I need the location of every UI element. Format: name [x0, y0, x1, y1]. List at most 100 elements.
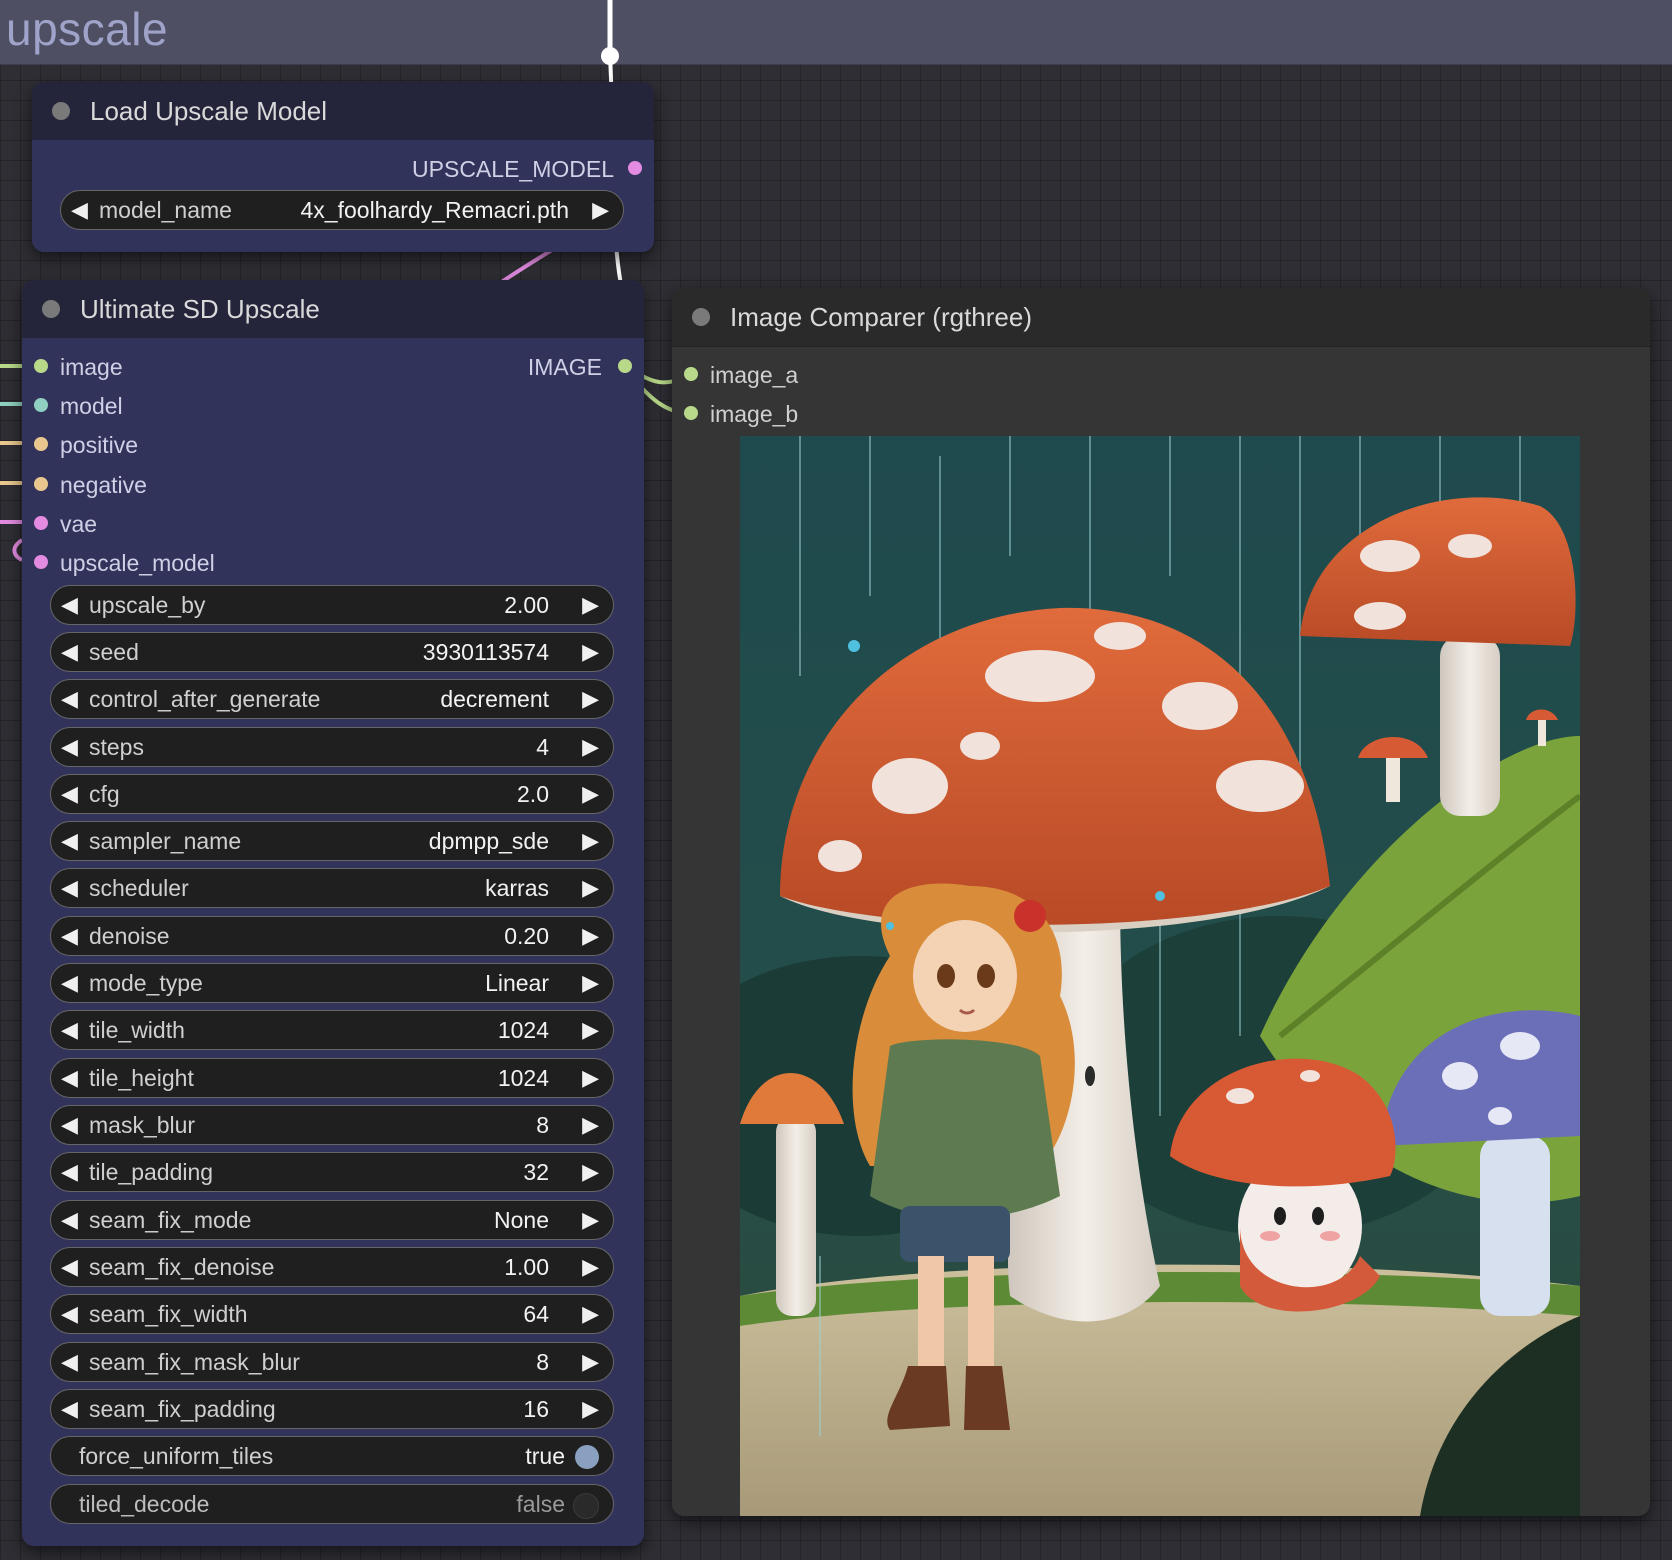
image-comparer-title-bar[interactable]: Image Comparer (rgthree)	[672, 288, 1650, 347]
input-positive-dot[interactable]	[34, 437, 48, 451]
increment-arrow-icon[interactable]: ▶	[582, 1255, 599, 1279]
widget-value: decrement	[440, 686, 549, 712]
widget-label: tile_padding	[89, 1159, 214, 1185]
image-comparer-node[interactable]: Image Comparer (rgthree) image_a image_b	[672, 288, 1650, 1516]
node-collapse-dot[interactable]	[42, 300, 60, 318]
tiled-decode-toggle[interactable]: tiled_decode false	[50, 1484, 614, 1524]
decrement-arrow-icon[interactable]: ◀	[61, 971, 78, 995]
increment-arrow-icon[interactable]: ▶	[582, 876, 599, 900]
increment-arrow-icon[interactable]: ▶	[582, 1350, 599, 1374]
increment-arrow-icon[interactable]: ▶	[582, 735, 599, 759]
increment-arrow-icon[interactable]: ▶	[582, 782, 599, 806]
seam-fix-padding-widget[interactable]: ◀ seam_fix_padding 16 ▶	[50, 1389, 614, 1429]
input-image-a-dot[interactable]	[684, 367, 698, 381]
output-upscale-model-label: UPSCALE_MODEL	[412, 156, 614, 182]
widget-value: 2.0	[517, 781, 549, 807]
input-model-dot[interactable]	[34, 398, 48, 412]
output-upscale-model-dot[interactable]	[628, 161, 642, 175]
creature-blush	[1260, 1231, 1280, 1241]
increment-arrow-icon[interactable]: ▶	[582, 1208, 599, 1232]
mode-type-widget[interactable]: ◀ mode_type Linear ▶	[50, 963, 614, 1003]
decrement-arrow-icon[interactable]: ◀	[71, 198, 88, 222]
input-negative-dot[interactable]	[34, 477, 48, 491]
scheduler-widget[interactable]: ◀ scheduler karras ▶	[50, 868, 614, 908]
increment-arrow-icon[interactable]: ▶	[582, 687, 599, 711]
left-mushroom-stem	[776, 1116, 816, 1316]
increment-arrow-icon[interactable]: ▶	[592, 198, 609, 222]
decrement-arrow-icon[interactable]: ◀	[61, 1018, 78, 1042]
decrement-arrow-icon[interactable]: ◀	[61, 876, 78, 900]
ultimate-sd-upscale-node[interactable]: Ultimate SD Upscale IMAGE image model po…	[22, 280, 644, 1546]
decrement-arrow-icon[interactable]: ◀	[61, 1302, 78, 1326]
widget-label: seed	[89, 639, 139, 665]
decrement-arrow-icon[interactable]: ◀	[61, 1160, 78, 1184]
model-name-combo[interactable]: ◀ model_name 4x_foolhardy_Remacri.pth ▶	[60, 190, 624, 230]
increment-arrow-icon[interactable]: ▶	[582, 640, 599, 664]
increment-arrow-icon[interactable]: ▶	[582, 1302, 599, 1326]
node-collapse-dot[interactable]	[52, 102, 70, 120]
decrement-arrow-icon[interactable]: ◀	[61, 1066, 78, 1090]
comparison-image[interactable]	[740, 436, 1580, 1516]
increment-arrow-icon[interactable]: ▶	[582, 593, 599, 617]
node-title: Image Comparer (rgthree)	[730, 302, 1032, 332]
widget-value: dpmpp_sde	[428, 828, 549, 854]
steps-widget[interactable]: ◀ steps 4 ▶	[50, 727, 614, 767]
force-uniform-tiles-toggle[interactable]: force_uniform_tiles true	[50, 1436, 614, 1476]
widget-value: 3930113574	[422, 639, 549, 665]
seam-fix-mode-widget[interactable]: ◀ seam_fix_mode None ▶	[50, 1200, 614, 1240]
control-after-generate-widget[interactable]: ◀ control_after_generate decrement ▶	[50, 679, 614, 719]
back-mushroom-stem	[1440, 636, 1500, 816]
input-image-b-dot[interactable]	[684, 406, 698, 420]
upscale-by-widget[interactable]: ◀ upscale_by 2.00 ▶	[50, 585, 614, 625]
sampler-name-widget[interactable]: ◀ sampler_name dpmpp_sde ▶	[50, 821, 614, 861]
cap-spot	[1448, 534, 1492, 558]
ultimate-sd-upscale-title-bar[interactable]: Ultimate SD Upscale	[22, 280, 644, 338]
decrement-arrow-icon[interactable]: ◀	[61, 829, 78, 853]
input-image-dot[interactable]	[34, 359, 48, 373]
tile-height-widget[interactable]: ◀ tile_height 1024 ▶	[50, 1058, 614, 1098]
seam-fix-mask-blur-widget[interactable]: ◀ seam_fix_mask_blur 8 ▶	[50, 1342, 614, 1382]
toggle-on-icon[interactable]	[575, 1445, 599, 1469]
increment-arrow-icon[interactable]: ▶	[582, 829, 599, 853]
node-collapse-dot[interactable]	[692, 308, 710, 326]
decrement-arrow-icon[interactable]: ◀	[61, 1255, 78, 1279]
decrement-arrow-icon[interactable]: ◀	[61, 1208, 78, 1232]
increment-arrow-icon[interactable]: ▶	[582, 1160, 599, 1184]
cap-spot	[1094, 622, 1146, 650]
decrement-arrow-icon[interactable]: ◀	[61, 687, 78, 711]
output-image-dot[interactable]	[618, 359, 632, 373]
decrement-arrow-icon[interactable]: ◀	[61, 1397, 78, 1421]
denoise-widget[interactable]: ◀ denoise 0.20 ▶	[50, 916, 614, 956]
toggle-off-icon[interactable]	[573, 1493, 599, 1519]
cfg-widget[interactable]: ◀ cfg 2.0 ▶	[50, 774, 614, 814]
girl-boot	[964, 1366, 1010, 1430]
widget-label: mask_blur	[89, 1112, 196, 1138]
decrement-arrow-icon[interactable]: ◀	[61, 735, 78, 759]
decrement-arrow-icon[interactable]: ◀	[61, 782, 78, 806]
decrement-arrow-icon[interactable]: ◀	[61, 924, 78, 948]
decrement-arrow-icon[interactable]: ◀	[61, 1113, 78, 1137]
decrement-arrow-icon[interactable]: ◀	[61, 1350, 78, 1374]
widget-value: 1.00	[504, 1254, 549, 1280]
increment-arrow-icon[interactable]: ▶	[582, 1018, 599, 1042]
cap-spot	[1216, 760, 1304, 812]
widget-label: control_after_generate	[89, 686, 321, 712]
tile-padding-widget[interactable]: ◀ tile_padding 32 ▶	[50, 1152, 614, 1192]
input-vae-dot[interactable]	[34, 516, 48, 530]
input-upscale-model-dot[interactable]	[34, 555, 48, 569]
decrement-arrow-icon[interactable]: ◀	[61, 640, 78, 664]
seam-fix-width-widget[interactable]: ◀ seam_fix_width 64 ▶	[50, 1294, 614, 1334]
mask-blur-widget[interactable]: ◀ mask_blur 8 ▶	[50, 1105, 614, 1145]
widget-label: seam_fix_width	[89, 1301, 248, 1327]
load-upscale-model-node[interactable]: Load Upscale Model UPSCALE_MODEL ◀ model…	[32, 82, 654, 252]
increment-arrow-icon[interactable]: ▶	[582, 1397, 599, 1421]
tile-width-widget[interactable]: ◀ tile_width 1024 ▶	[50, 1010, 614, 1050]
seam-fix-denoise-widget[interactable]: ◀ seam_fix_denoise 1.00 ▶	[50, 1247, 614, 1287]
increment-arrow-icon[interactable]: ▶	[582, 1066, 599, 1090]
increment-arrow-icon[interactable]: ▶	[582, 1113, 599, 1137]
increment-arrow-icon[interactable]: ▶	[582, 971, 599, 995]
decrement-arrow-icon[interactable]: ◀	[61, 593, 78, 617]
seed-widget[interactable]: ◀ seed 3930113574 ▶	[50, 632, 614, 672]
load-upscale-model-title-bar[interactable]: Load Upscale Model	[32, 82, 654, 140]
increment-arrow-icon[interactable]: ▶	[582, 924, 599, 948]
